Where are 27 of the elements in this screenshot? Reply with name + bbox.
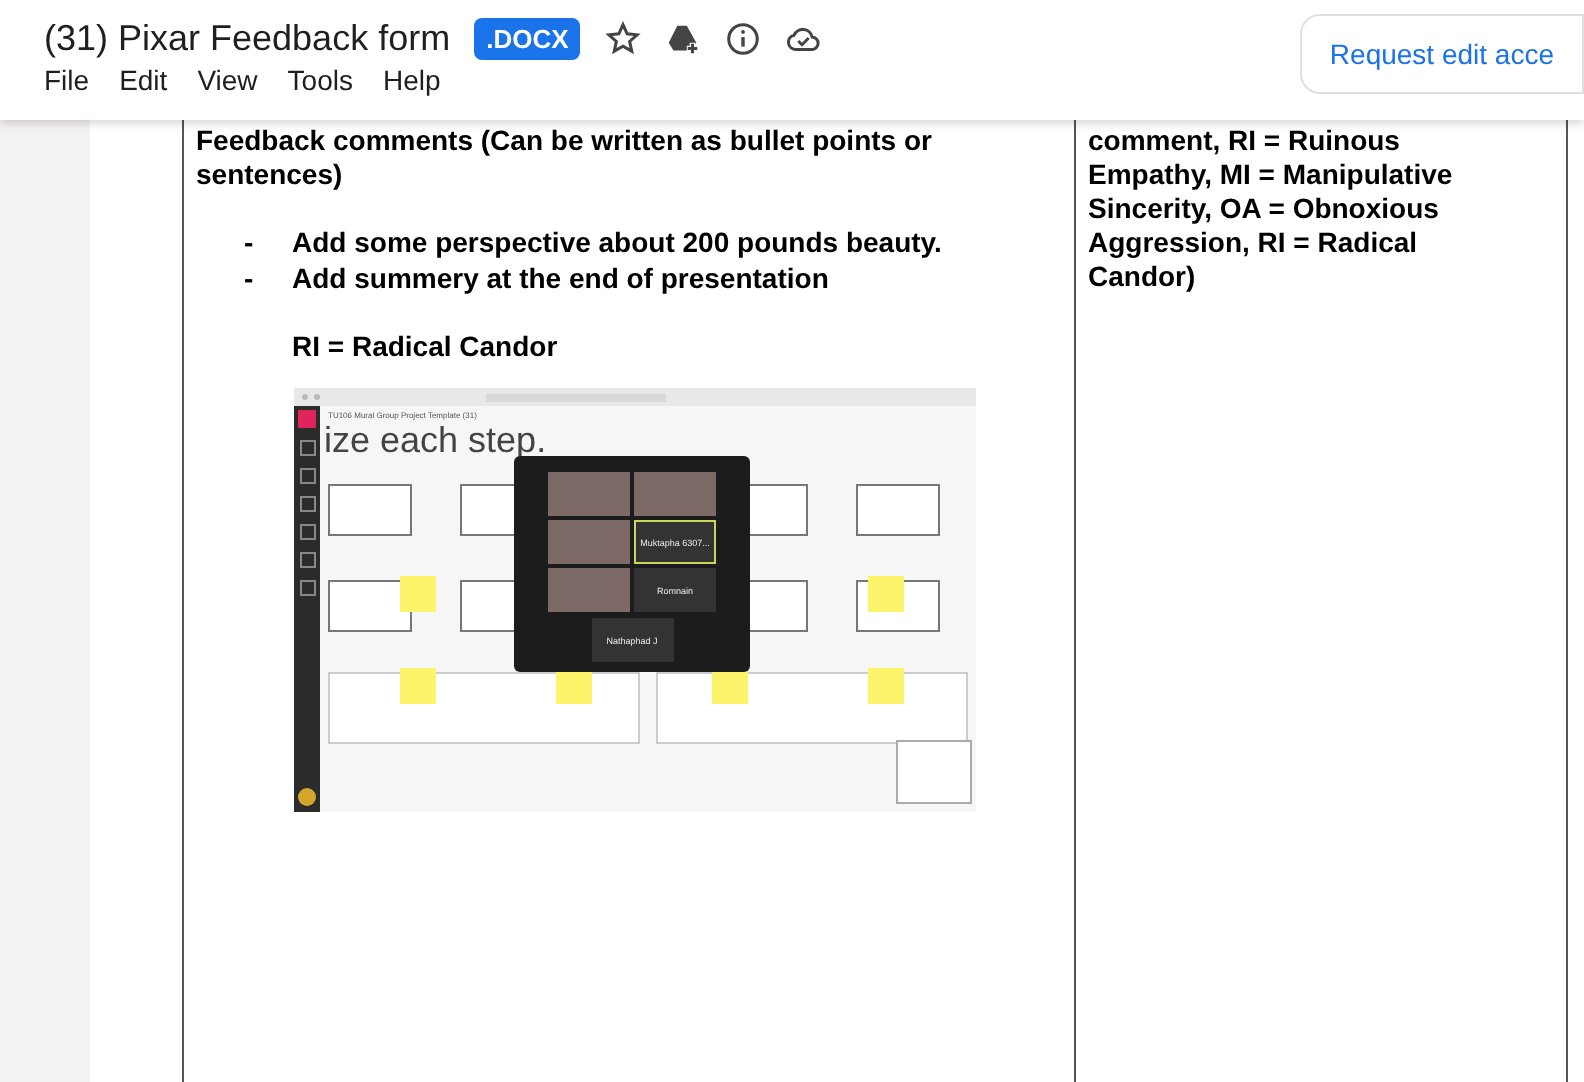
bullet-text: Add some perspective about 200 pounds beauty. [292,226,942,260]
storyboard-frame [328,580,412,632]
avatar-icon [298,788,316,806]
cell-text: comment, RI = Ruinous Empathy, MI = Manipulative Sincerity, OA = Obnoxious Aggression, RI = Radical Candor) [1088,124,1455,294]
menu-item[interactable]: Help [382,64,441,96]
note-text: RI = Radical Candor [290,330,560,364]
sticky-note [868,576,904,612]
storyboard-frame [328,484,412,536]
bullet-marker: - [244,262,256,296]
menu-item[interactable]: File [44,64,90,96]
file-type-badge: .DOCX [474,17,581,59]
document-title: (31) Pixar Feedback form [44,17,451,59]
info-icon[interactable] [724,19,763,57]
menu-item[interactable]: Tools [287,64,353,96]
sticky-note [400,668,436,704]
cell-heading: Feedback comments (Can be written as bullet points or sentences) [196,124,934,192]
menu-item[interactable]: Edit [119,64,168,96]
sticky-note [400,576,436,612]
request-edit-access-button[interactable]: Request edit acce [1299,14,1584,94]
sticky-note [868,668,904,704]
canvas-heading: ize each step. [324,420,547,460]
menu-item[interactable]: View [197,64,258,96]
star-icon[interactable] [604,19,643,57]
bullet-marker: - [244,226,256,260]
bullet-text: Add summery at the end of presentation [292,262,829,296]
app-logo-icon [298,410,316,428]
storyboard-frame [856,484,940,536]
